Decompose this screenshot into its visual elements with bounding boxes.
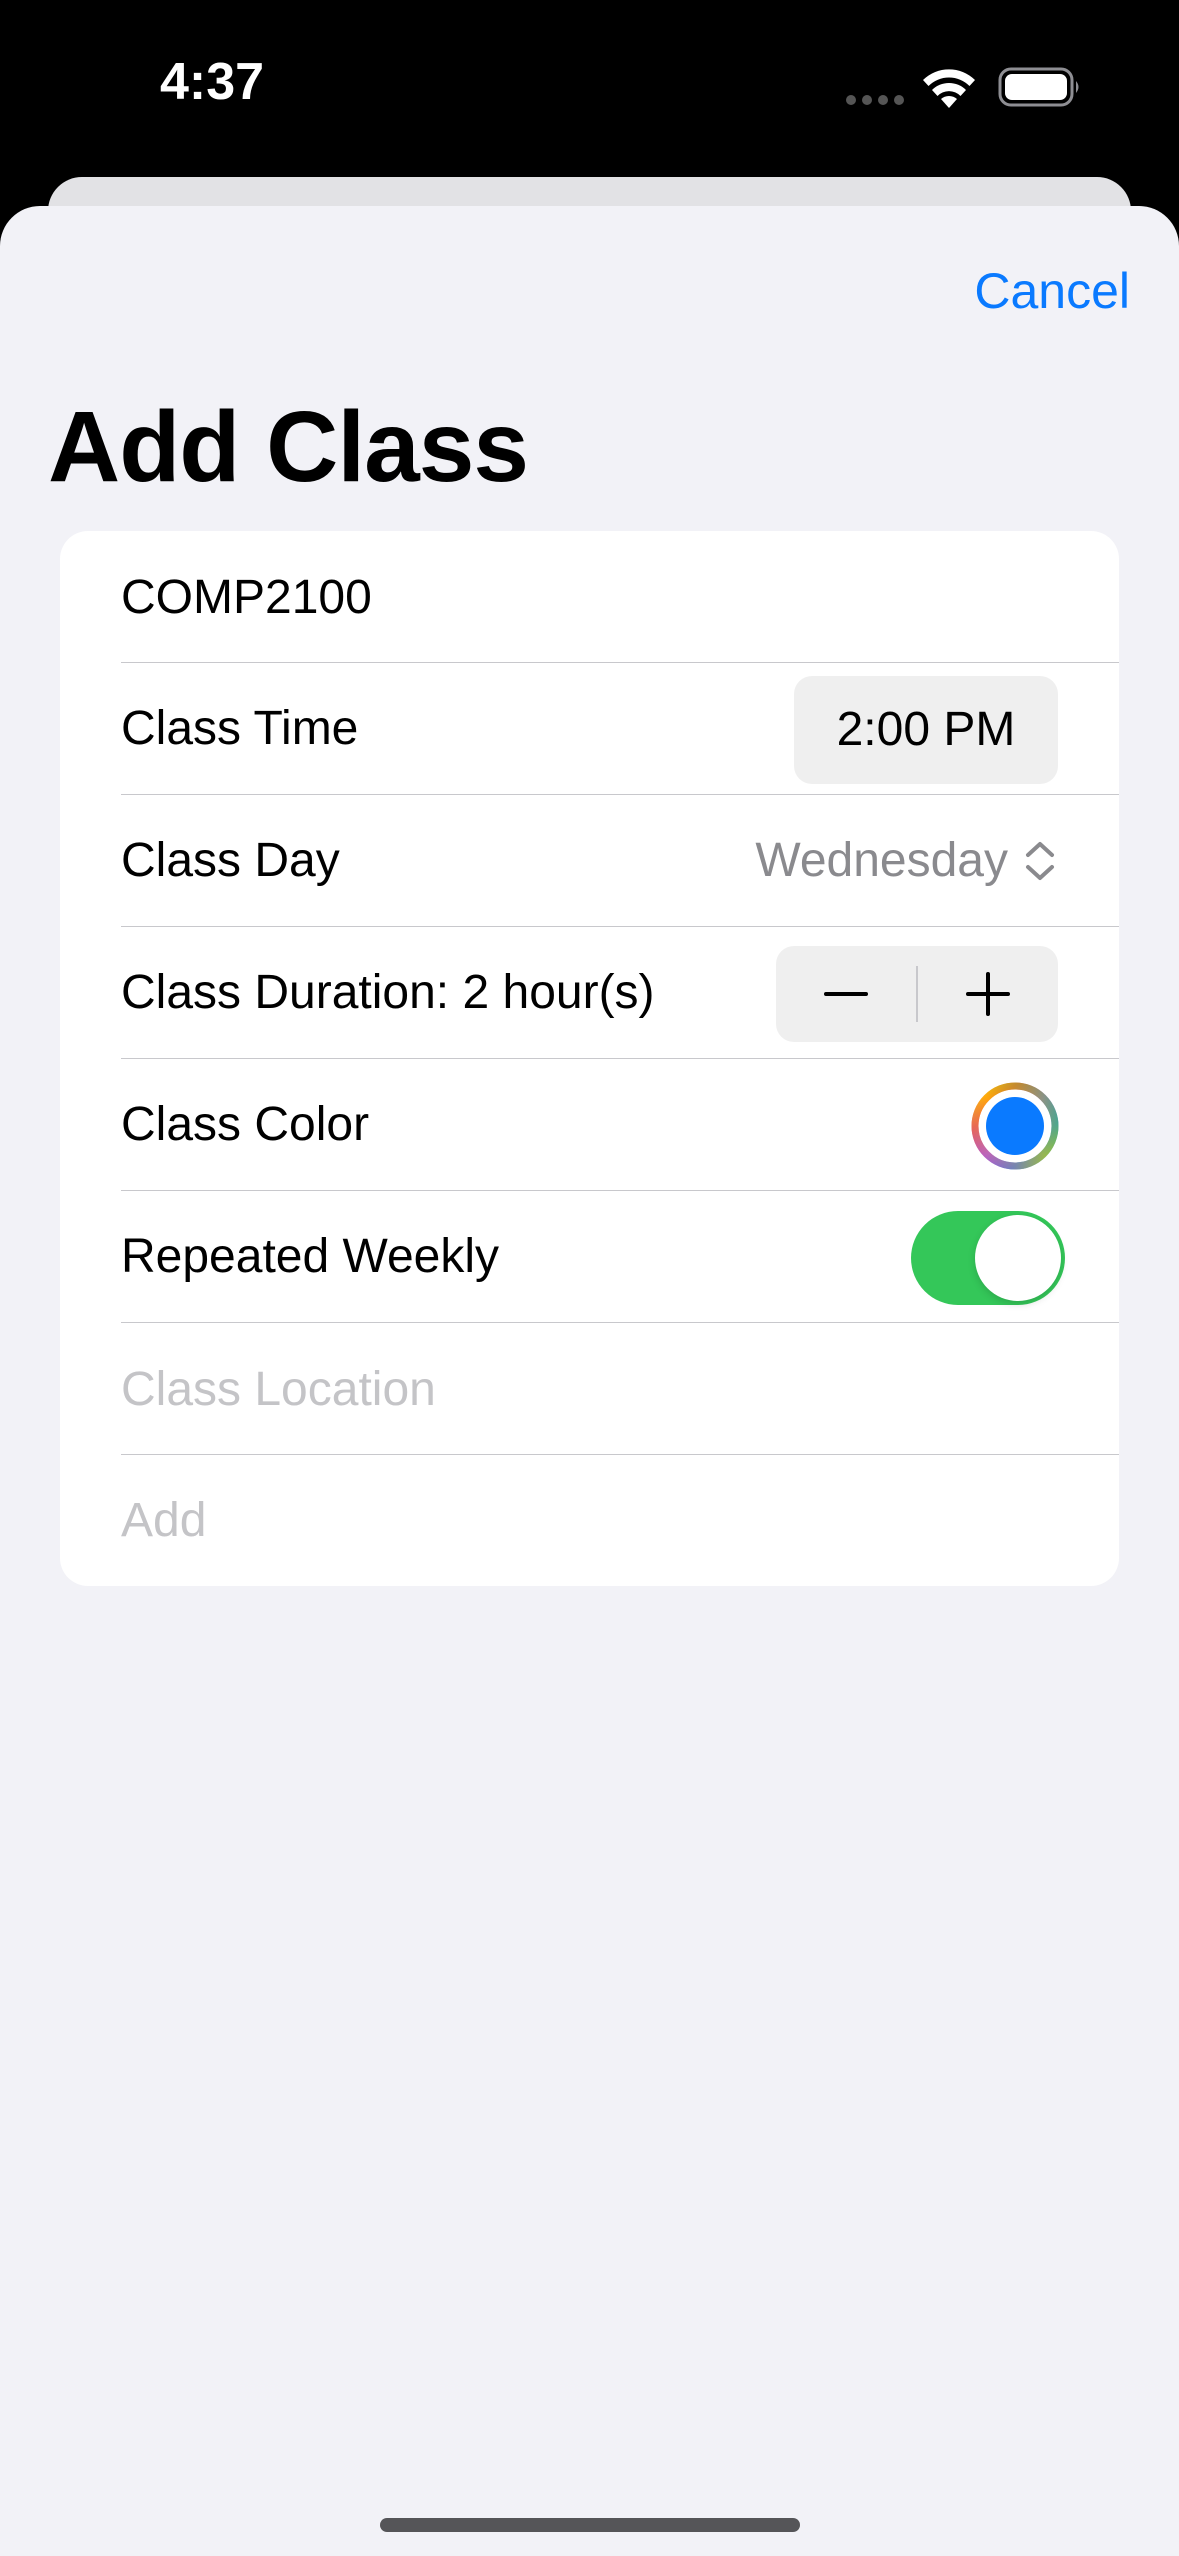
screen: 4:37 Cancel Add Class Class Time 2:00 PM <box>0 0 1179 2556</box>
class-duration-label: Class Duration: 2 hour(s) <box>121 966 655 1019</box>
class-location-row <box>60 1323 1119 1455</box>
wifi-icon <box>923 69 975 108</box>
toggle-knob <box>975 1215 1061 1301</box>
class-time-label: Class Time <box>121 702 359 755</box>
add-row: Add <box>60 1455 1119 1586</box>
class-form: Class Time 2:00 PM Class Day Wednesday C… <box>60 531 1119 1586</box>
repeated-weekly-toggle[interactable] <box>911 1211 1065 1305</box>
class-color-label: Class Color <box>121 1098 370 1151</box>
color-picker-well[interactable] <box>971 1082 1059 1170</box>
cellular-signal-icon <box>846 95 904 105</box>
class-day-row: Class Day Wednesday <box>60 795 1119 927</box>
status-time: 4:37 <box>160 53 265 111</box>
page-title: Add Class <box>48 391 529 503</box>
plus-icon <box>966 972 1010 1016</box>
battery-icon <box>998 67 1079 107</box>
add-button[interactable]: Add <box>121 1455 206 1586</box>
class-day-picker[interactable]: Wednesday <box>755 795 1058 927</box>
class-location-input[interactable] <box>121 1323 1061 1455</box>
repeated-weekly-label: Repeated Weekly <box>121 1230 499 1283</box>
class-day-value: Wednesday <box>755 834 1008 887</box>
decrement-button[interactable] <box>776 946 916 1042</box>
class-name-row <box>60 531 1119 663</box>
increment-button[interactable] <box>918 946 1058 1042</box>
home-indicator[interactable] <box>380 2518 800 2532</box>
class-color-row: Class Color <box>60 1059 1119 1191</box>
chevron-up-down-icon <box>1026 842 1054 880</box>
cancel-button[interactable]: Cancel <box>974 262 1130 320</box>
class-time-picker[interactable]: 2:00 PM <box>794 676 1058 784</box>
duration-stepper <box>776 946 1058 1042</box>
class-day-label: Class Day <box>121 834 340 887</box>
minus-icon <box>824 992 868 996</box>
class-name-input[interactable] <box>121 531 1061 663</box>
